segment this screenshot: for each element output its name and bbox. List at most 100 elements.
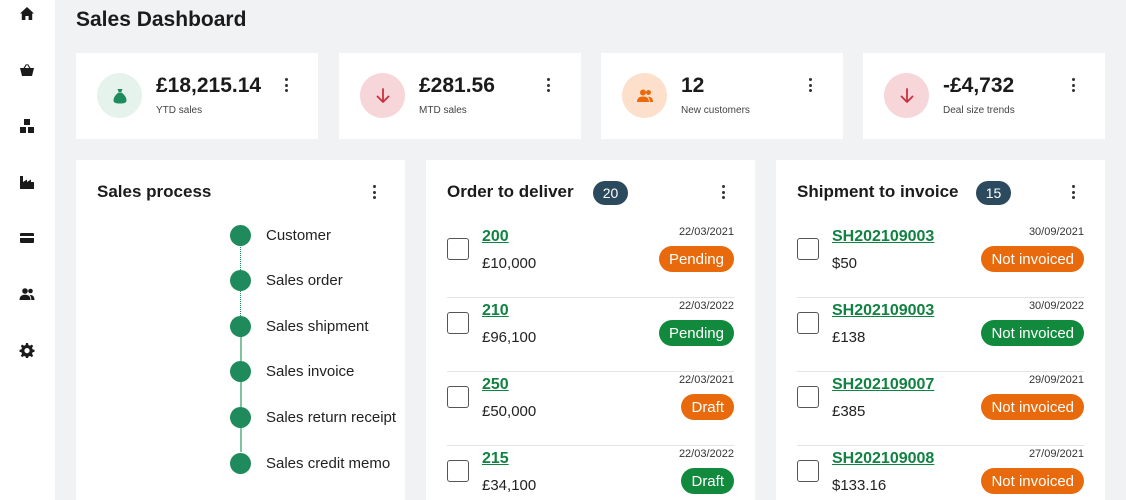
status-badge: Not invoiced <box>981 246 1084 272</box>
gear-icon[interactable] <box>18 341 36 359</box>
stat-card-mtd-sales: £281.56 MTD sales <box>339 53 581 139</box>
order-amount: £96,100 <box>482 329 537 346</box>
row-checkbox[interactable] <box>447 312 469 334</box>
shipment-to-invoice-panel: Shipment to invoice SH202109003 $50 30/0… <box>776 160 1105 500</box>
shipment-amount: £385 <box>832 403 866 420</box>
row-checkbox[interactable] <box>797 312 819 334</box>
shipment-link[interactable]: SH202109007 <box>832 376 934 394</box>
sales-process-panel: Sales process Customer Sales order Sales… <box>76 160 405 500</box>
people-icon[interactable] <box>18 285 36 303</box>
shipment-date: 30/09/2022 <box>1028 300 1084 312</box>
status-badge: Draft <box>681 394 734 420</box>
order-date: 22/03/2021 <box>678 374 734 386</box>
stat-label: Deal size trends <box>943 105 1015 116</box>
process-step[interactable]: Customer <box>230 224 331 246</box>
step-dot <box>230 315 251 337</box>
order-row: 210 £96,100 22/03/2022 Pending <box>447 298 734 372</box>
page-title: Sales Dashboard <box>76 8 247 31</box>
stat-card-ytd-sales: £18,215.14 YTD sales <box>76 53 318 139</box>
arrow-down-icon <box>360 73 405 118</box>
row-checkbox[interactable] <box>447 386 469 408</box>
sidebar <box>0 0 55 500</box>
stat-value: £281.56 <box>419 74 495 97</box>
shipment-link[interactable]: SH202109003 <box>832 228 934 246</box>
shipment-count-badge: 15 <box>976 181 1011 205</box>
step-connector <box>240 244 241 270</box>
shipment-link[interactable]: SH202109008 <box>832 450 934 468</box>
process-step[interactable]: Sales invoice <box>230 360 354 382</box>
home-icon[interactable] <box>18 5 36 23</box>
panel-title: Shipment to invoice <box>797 182 959 201</box>
stat-value: £18,215.14 <box>156 74 262 97</box>
status-badge: Not invoiced <box>981 320 1084 346</box>
process-step[interactable]: Sales return receipt <box>230 406 396 428</box>
order-row: 200 £10,000 22/03/2021 Pending <box>447 224 734 298</box>
row-checkbox[interactable] <box>797 460 819 482</box>
order-date: 22/03/2021 <box>678 226 734 238</box>
row-checkbox[interactable] <box>797 386 819 408</box>
status-badge: Not invoiced <box>981 468 1084 494</box>
card-icon[interactable] <box>18 229 36 247</box>
stat-card-new-customers: 12 New customers <box>601 53 843 139</box>
row-checkbox[interactable] <box>447 460 469 482</box>
panel-title: Sales process <box>97 182 212 201</box>
shipment-date: 29/09/2021 <box>1028 374 1084 386</box>
more-options-icon[interactable] <box>1067 76 1079 94</box>
status-badge: Not invoiced <box>981 394 1084 420</box>
step-dot <box>230 452 251 474</box>
more-options-icon[interactable] <box>368 183 380 201</box>
step-dot <box>230 406 251 428</box>
shipment-amount: £138 <box>832 329 866 346</box>
stat-card-deal-size-trends: -£4,732 Deal size trends <box>863 53 1105 139</box>
shipment-row: SH202109008 $133.16 27/09/2021 Not invoi… <box>797 446 1084 500</box>
status-badge: Pending <box>658 246 734 272</box>
step-connector <box>240 335 242 361</box>
process-step[interactable]: Sales shipment <box>230 315 369 337</box>
order-amount: £10,000 <box>482 255 537 272</box>
step-label: Customer <box>266 226 332 244</box>
step-connector <box>240 381 242 407</box>
step-label: Sales shipment <box>266 317 369 335</box>
order-date: 22/03/2022 <box>678 448 734 460</box>
boxes-icon[interactable] <box>18 117 36 135</box>
order-link[interactable]: 210 <box>482 302 509 320</box>
money-bag-icon <box>97 73 142 118</box>
stat-value: 12 <box>681 74 705 97</box>
more-options-icon[interactable] <box>542 76 554 94</box>
order-row: 215 £34,100 22/03/2022 Draft <box>447 446 734 500</box>
people-icon <box>622 73 667 118</box>
step-label: Sales order <box>266 271 343 289</box>
basket-icon[interactable] <box>18 61 36 79</box>
more-options-icon[interactable] <box>280 76 292 94</box>
step-label: Sales return receipt <box>266 408 397 426</box>
more-options-icon[interactable] <box>1067 183 1079 201</box>
order-row: 250 £50,000 22/03/2021 Draft <box>447 372 734 446</box>
step-label: Sales credit memo <box>266 454 391 472</box>
more-options-icon[interactable] <box>717 183 729 201</box>
arrow-down-icon <box>884 73 929 118</box>
order-link[interactable]: 200 <box>482 228 509 246</box>
status-badge: Pending <box>658 320 734 346</box>
more-options-icon[interactable] <box>804 76 816 94</box>
shipment-row: SH202109003 £138 30/09/2022 Not invoiced <box>797 298 1084 372</box>
row-checkbox[interactable] <box>447 238 469 260</box>
order-link[interactable]: 250 <box>482 376 509 394</box>
shipment-amount: $50 <box>832 255 858 272</box>
stat-label: YTD sales <box>156 105 203 116</box>
process-step[interactable]: Sales order <box>230 269 343 291</box>
process-step[interactable]: Sales credit memo <box>230 452 390 474</box>
panel-title: Order to deliver <box>447 182 574 201</box>
order-amount: £34,100 <box>482 477 537 494</box>
shipment-amount: $133.16 <box>832 477 887 494</box>
shipment-date: 27/09/2021 <box>1028 448 1084 460</box>
stat-value: -£4,732 <box>943 74 1015 97</box>
shipment-link[interactable]: SH202109003 <box>832 302 934 320</box>
step-connector <box>240 290 241 316</box>
row-checkbox[interactable] <box>797 238 819 260</box>
order-link[interactable]: 215 <box>482 450 509 468</box>
factory-icon[interactable] <box>18 173 36 191</box>
shipment-date: 30/09/2021 <box>1028 226 1084 238</box>
order-date: 22/03/2022 <box>678 300 734 312</box>
shipment-row: SH202109007 £385 29/09/2021 Not invoiced <box>797 372 1084 446</box>
step-connector <box>240 426 242 452</box>
